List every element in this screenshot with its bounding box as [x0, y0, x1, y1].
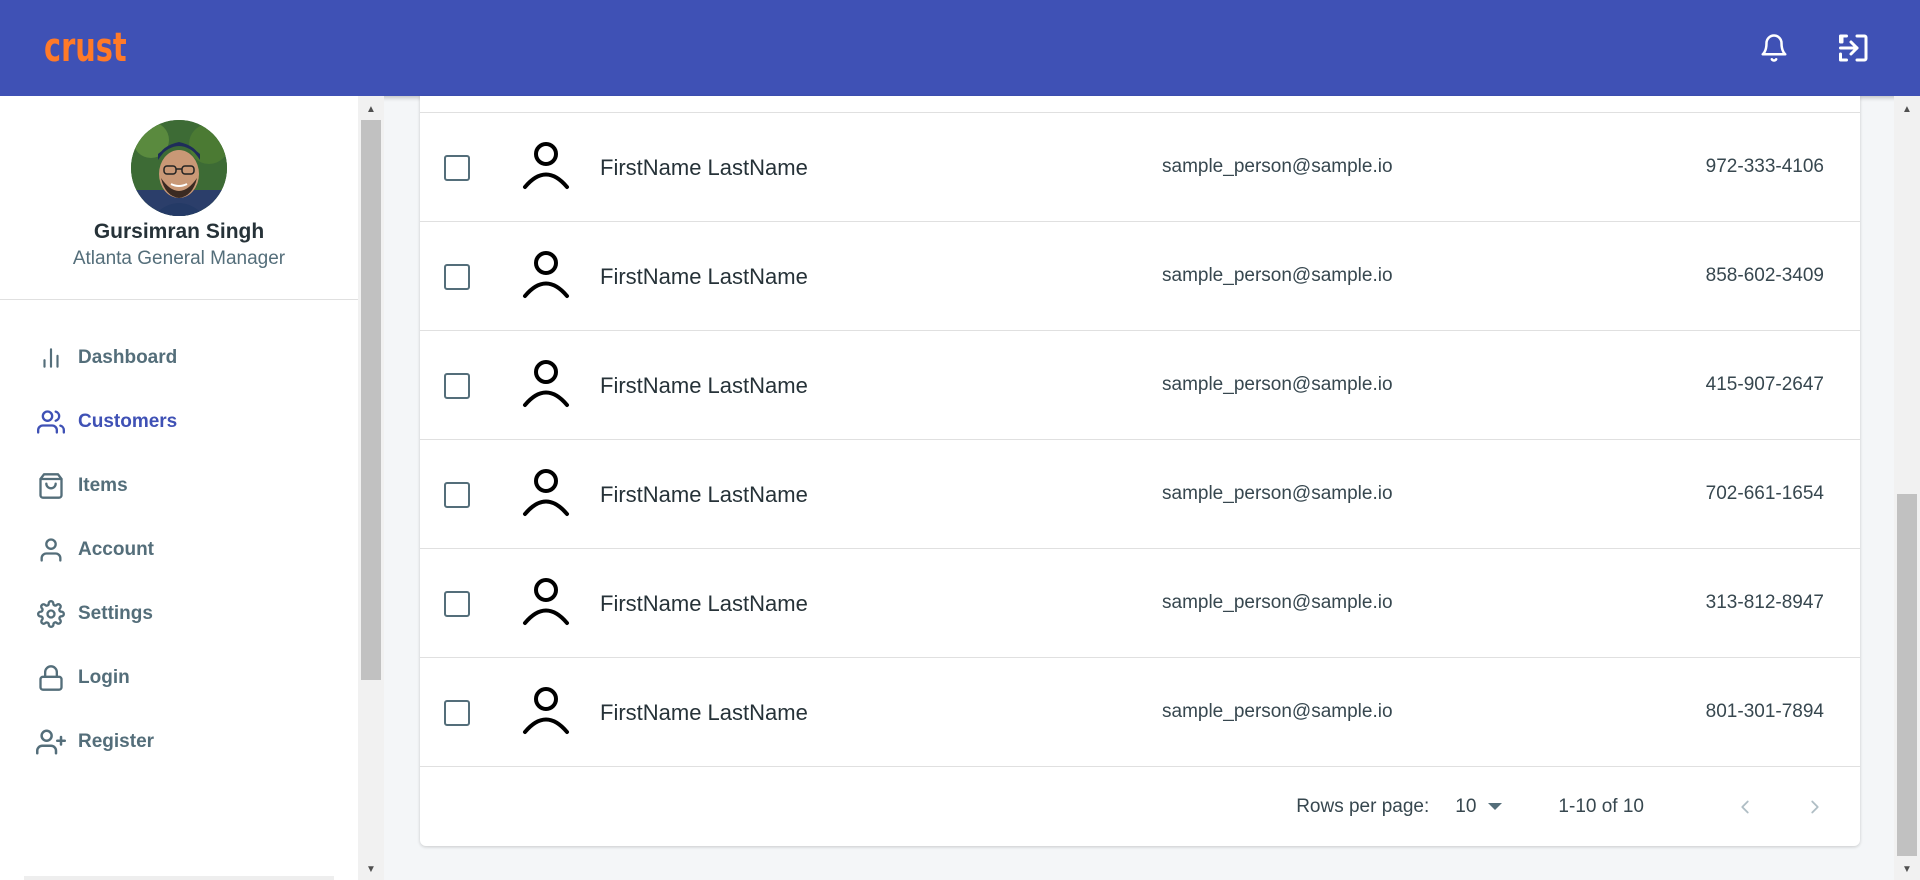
row-checkbox[interactable] [444, 482, 470, 508]
customer-phone: 972-333-4106 [1705, 156, 1824, 177]
sidebar-item-customers[interactable]: Customers [0, 390, 358, 454]
gear-icon [36, 599, 66, 629]
avatar[interactable] [131, 120, 227, 216]
profile-section: Gursimran Singh Atlanta General Manager [0, 96, 358, 300]
sidebar-item-items[interactable]: Items [0, 454, 358, 518]
table-pagination: Rows per page: 10 1-10 of 10 [420, 767, 1860, 846]
customer-name: FirstName LastName [600, 482, 808, 507]
profile-title: Atlanta General Manager [72, 248, 286, 269]
bar-chart-icon [36, 343, 66, 373]
row-checkbox[interactable] [444, 155, 470, 181]
customer-email: sample_person@sample.io [1162, 156, 1393, 177]
person-icon [523, 251, 569, 298]
table-row[interactable]: FirstName LastName sample_person@sample.… [420, 222, 1860, 331]
customers-table: FirstName LastName sample_person@sample.… [420, 96, 1860, 846]
customer-phone: 702-661-1654 [1705, 483, 1824, 504]
previous-page-button[interactable] [1724, 786, 1766, 828]
sidebar-scrollbar-thumb[interactable] [361, 120, 381, 680]
main-scrollbar[interactable]: ▲ ▼ [1894, 96, 1920, 880]
sidebar-item-register[interactable]: Register [0, 710, 358, 774]
user-plus-icon [36, 727, 66, 757]
top-actions [1752, 0, 1876, 96]
sidebar: Gursimran Singh Atlanta General Manager … [0, 96, 358, 880]
sidebar-bottom-divider [24, 876, 334, 880]
customer-email: sample_person@sample.io [1162, 701, 1393, 722]
customer-phone: 415-907-2647 [1705, 374, 1824, 395]
bell-icon[interactable] [1752, 26, 1796, 70]
customer-name: FirstName LastName [600, 155, 808, 180]
sidebar-item-settings[interactable]: Settings [0, 582, 358, 646]
table-row[interactable]: FirstName LastName sample_person@sample.… [420, 658, 1860, 767]
next-page-button[interactable] [1794, 786, 1836, 828]
rows-per-page-label: Rows per page: [1296, 795, 1430, 817]
customer-email: sample_person@sample.io [1162, 265, 1393, 286]
app-logo[interactable]: crust [44, 25, 127, 71]
pagination-range: 1-10 of 10 [1558, 795, 1644, 817]
person-icon [523, 578, 569, 625]
sidebar-item-account[interactable]: Account [0, 518, 358, 582]
sidebar-item-label: Customers [78, 411, 178, 432]
sidebar-item-label: Login [78, 667, 130, 688]
logout-icon[interactable] [1832, 26, 1876, 70]
users-icon [36, 407, 66, 437]
user-icon [36, 535, 66, 565]
table-row[interactable]: FirstName LastName sample_person@sample.… [420, 331, 1860, 440]
customer-name: FirstName LastName [600, 700, 808, 725]
main-scrollbar-thumb[interactable] [1897, 494, 1917, 856]
sidebar-item-label: Items [78, 475, 128, 496]
row-checkbox[interactable] [444, 264, 470, 290]
rows-per-page-value: 10 [1455, 795, 1477, 817]
person-icon [523, 687, 569, 734]
scroll-down-arrow-icon[interactable]: ▼ [1894, 860, 1920, 878]
customer-name: FirstName LastName [600, 591, 808, 616]
customer-phone: 801-301-7894 [1705, 701, 1824, 722]
customer-phone: 313-812-8947 [1705, 592, 1824, 613]
sidebar-scrollbar[interactable]: ▲ ▼ [358, 96, 384, 880]
chevron-left-icon [1741, 800, 1749, 813]
customer-email: sample_person@sample.io [1162, 374, 1393, 395]
sidebar-nav: Dashboard Customers Items Account Settin… [0, 300, 358, 774]
caret-down-icon [1488, 803, 1503, 810]
table-row[interactable]: FirstName LastName sample_person@sample.… [420, 440, 1860, 549]
sidebar-item-label: Register [78, 731, 155, 752]
scroll-down-arrow-icon[interactable]: ▼ [358, 860, 384, 878]
row-checkbox[interactable] [444, 591, 470, 617]
scroll-up-arrow-icon[interactable]: ▲ [358, 100, 384, 118]
sidebar-item-login[interactable]: Login [0, 646, 358, 710]
sidebar-item-dashboard[interactable]: Dashboard [0, 326, 358, 390]
table-row[interactable]: FirstName LastName sample_person@sample.… [420, 549, 1860, 658]
scroll-up-arrow-icon[interactable]: ▲ [1894, 100, 1920, 118]
person-icon [523, 142, 569, 189]
profile-name: Gursimran Singh [93, 220, 265, 243]
shopping-bag-icon [36, 471, 66, 501]
lock-icon [36, 663, 66, 693]
customer-email: sample_person@sample.io [1162, 483, 1393, 504]
chevron-right-icon [1811, 800, 1819, 813]
customer-name: FirstName LastName [600, 373, 808, 398]
table-row[interactable]: FirstName LastName sample_person@sample.… [420, 113, 1860, 222]
sidebar-item-label: Dashboard [78, 347, 178, 368]
top-app-bar: crust [0, 0, 1920, 96]
sidebar-item-label: Settings [78, 603, 153, 624]
person-icon [523, 360, 569, 407]
customer-email: sample_person@sample.io [1162, 592, 1393, 613]
row-checkbox[interactable] [444, 373, 470, 399]
row-checkbox[interactable] [444, 700, 470, 726]
person-icon [523, 469, 569, 516]
customer-name: FirstName LastName [600, 264, 808, 289]
rows-per-page-select[interactable]: 10 [1455, 795, 1503, 818]
sidebar-item-label: Account [78, 539, 154, 560]
customer-phone: 858-602-3409 [1705, 265, 1824, 286]
